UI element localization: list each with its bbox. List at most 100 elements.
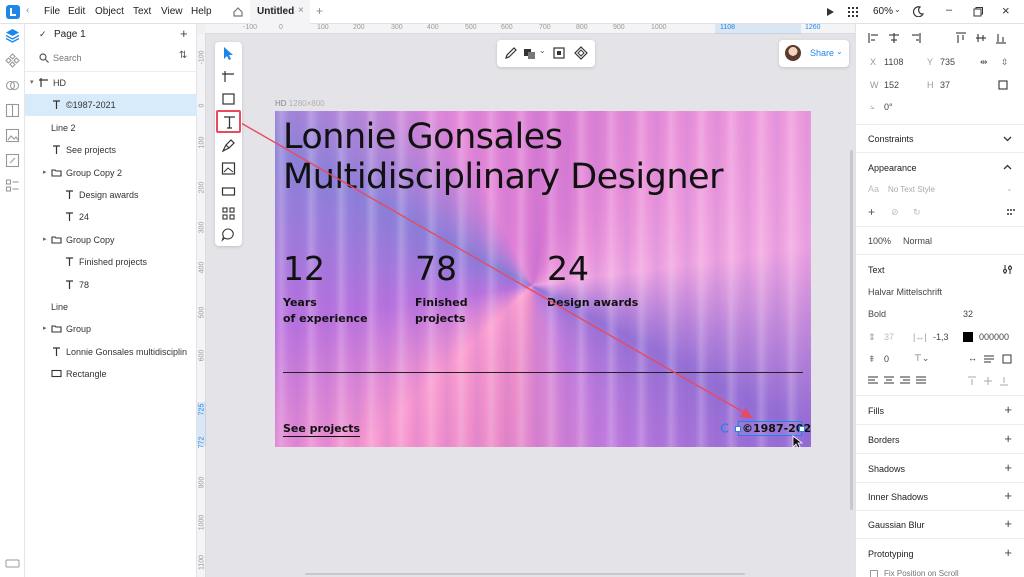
vertical-align-icons[interactable]: [968, 376, 1014, 386]
opacity-field[interactable]: 100%: [868, 236, 891, 246]
width-field[interactable]: 152: [884, 80, 899, 90]
blend-mode-select[interactable]: Normal: [903, 236, 932, 246]
font-size-field[interactable]: 32: [963, 309, 973, 319]
apply-style-icon[interactable]: ⊘: [891, 207, 899, 218]
flip-vertical-icon[interactable]: ⇳: [1001, 57, 1009, 68]
text-color-swatch[interactable]: [963, 332, 973, 342]
add-inner-shadow-icon[interactable]: +: [1004, 489, 1012, 502]
frame-tool-icon[interactable]: [220, 68, 237, 85]
paragraph-spacing-field[interactable]: 0: [884, 354, 889, 364]
fixed-size-icon[interactable]: [1002, 354, 1012, 364]
share-button[interactable]: Share: [810, 48, 834, 58]
text-header[interactable]: Text: [868, 265, 885, 275]
assets-icon[interactable]: [5, 103, 20, 118]
ui-kits-icon[interactable]: [5, 178, 20, 193]
stat-label-projects-line2[interactable]: projects: [415, 312, 465, 325]
layer-row-finished-projects[interactable]: Finished projects: [25, 251, 197, 273]
see-projects-link[interactable]: See projects: [283, 422, 361, 437]
reset-style-icon[interactable]: ↻: [913, 207, 921, 218]
collapse-all-icon[interactable]: ⇅: [179, 50, 187, 61]
hero-title-line1[interactable]: Lonnie Gonsales: [283, 117, 563, 157]
stat-label-years-line2[interactable]: of experience: [283, 312, 368, 325]
flip-horizontal-icon[interactable]: ⇹: [980, 57, 988, 68]
zoom-level[interactable]: 60%: [873, 6, 893, 17]
share-chevron-icon[interactable]: ⌄: [836, 47, 843, 56]
borders-header[interactable]: Borders: [868, 435, 900, 445]
add-tab-icon[interactable]: +: [316, 4, 323, 18]
tab-untitled[interactable]: Untitled ×: [250, 0, 310, 24]
layer-row-group[interactable]: ▸ Group: [25, 318, 197, 340]
auto-height-icon[interactable]: [984, 354, 994, 364]
add-shadow-icon[interactable]: +: [1004, 461, 1012, 474]
boolean-ops-icon[interactable]: [523, 46, 537, 60]
edit-pencil-icon[interactable]: [504, 46, 518, 60]
close-tab-icon[interactable]: ×: [298, 5, 304, 16]
auto-width-icon[interactable]: ↔: [968, 353, 977, 363]
add-interaction-icon[interactable]: +: [1004, 546, 1012, 559]
rotation-field[interactable]: 0°: [884, 102, 893, 112]
page-chevron-icon[interactable]: ✓: [39, 29, 47, 40]
layer-row-group-copy[interactable]: ▸ Group Copy: [25, 229, 197, 251]
layer-row-rectangle[interactable]: Rectangle: [25, 363, 197, 385]
artboard-hd[interactable]: Lonnie Gonsales Multidisciplinary Design…: [275, 111, 811, 447]
user-avatar[interactable]: [785, 45, 801, 61]
add-style-icon[interactable]: +: [868, 205, 875, 219]
layer-row-design-awards[interactable]: Design awards: [25, 184, 197, 206]
icons-library-icon[interactable]: [5, 153, 20, 168]
close-window-icon[interactable]: ×: [1002, 3, 1010, 18]
vertical-scrollbar[interactable]: [850, 150, 853, 510]
text-settings-icon[interactable]: [1002, 264, 1013, 275]
back-chevron-icon[interactable]: ‹: [26, 5, 29, 16]
inner-shadows-header[interactable]: Inner Shadows: [868, 492, 928, 502]
styles-icon[interactable]: [5, 78, 20, 93]
components-icon[interactable]: [5, 53, 20, 68]
rectangle-tool-icon[interactable]: [220, 91, 237, 108]
minimize-icon[interactable]: –: [946, 4, 952, 16]
shadows-header[interactable]: Shadows: [868, 464, 905, 474]
layer-row-see-projects[interactable]: See projects: [25, 139, 197, 161]
stat-number-projects[interactable]: 78: [415, 249, 457, 288]
stat-label-projects-line1[interactable]: Finished: [415, 296, 468, 309]
add-page-icon[interactable]: +: [180, 26, 188, 41]
menu-text[interactable]: Text: [133, 6, 151, 17]
y-field[interactable]: 735: [940, 57, 955, 67]
resize-handle-right[interactable]: [799, 426, 805, 432]
layer-row-1987-2021[interactable]: ©1987-2021: [25, 94, 197, 117]
layer-row-group-copy-2[interactable]: ▸ Group Copy 2: [25, 162, 197, 184]
pen-tool-icon[interactable]: [220, 137, 237, 154]
hero-title-line2[interactable]: Multidisciplinary Designer: [283, 157, 723, 197]
gaussian-blur-header[interactable]: Gaussian Blur: [868, 520, 925, 530]
x-field[interactable]: 1108: [884, 57, 903, 67]
font-weight-select[interactable]: Bold: [868, 309, 886, 319]
line-height-field[interactable]: 37: [884, 332, 894, 342]
horizontal-scrollbar[interactable]: [305, 573, 745, 575]
play-icon[interactable]: [826, 7, 835, 17]
dark-mode-moon-icon[interactable]: [913, 6, 924, 17]
expand-caret-icon[interactable]: ▸: [43, 324, 47, 332]
layer-row-line[interactable]: Line: [25, 296, 197, 318]
layer-row-78[interactable]: 78: [25, 274, 197, 296]
fix-scroll-checkbox[interactable]: [870, 570, 878, 577]
text-style-chevron-icon[interactable]: ⌄: [1006, 184, 1013, 193]
height-field[interactable]: 37: [940, 80, 950, 90]
font-family-select[interactable]: Halvar Mittelschrift: [868, 287, 942, 297]
layers-icon[interactable]: [5, 28, 20, 43]
lock-ratio-icon[interactable]: [998, 80, 1008, 90]
appearance-chevron-up-icon[interactable]: [1003, 163, 1012, 172]
stat-number-years[interactable]: 12: [283, 249, 325, 288]
app-logo[interactable]: [6, 5, 20, 19]
menu-file[interactable]: File: [44, 6, 60, 17]
add-fill-icon[interactable]: +: [1004, 403, 1012, 416]
menu-view[interactable]: View: [161, 6, 183, 17]
constraints-chevron-icon[interactable]: [1003, 134, 1012, 143]
artboard-label[interactable]: HD 1280×800: [275, 99, 325, 108]
keyboard-icon[interactable]: [5, 556, 20, 571]
create-component-icon[interactable]: [574, 46, 588, 60]
selection-box[interactable]: ©1987-202: [735, 421, 811, 436]
maximize-icon[interactable]: [973, 7, 983, 17]
stat-number-awards[interactable]: 24: [547, 249, 589, 288]
divider-line[interactable]: [283, 372, 803, 373]
style-menu-icon[interactable]: [1006, 208, 1016, 218]
expand-caret-icon[interactable]: ▸: [43, 235, 47, 243]
constraints-header[interactable]: Constraints: [868, 134, 914, 144]
